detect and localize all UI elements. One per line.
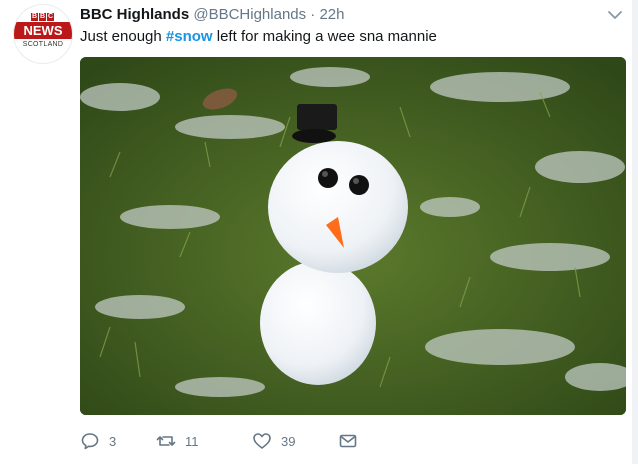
tweet-text-start: Just enough [80, 28, 166, 45]
tweet-timestamp[interactable]: 22h [319, 6, 344, 23]
tweet-text-end: left for making a wee sna mannie [212, 28, 437, 45]
tweet-card: B B C NEWS SCOTLAND BBC Highlands @BBCHi… [0, 0, 638, 464]
snowman-body [260, 261, 376, 385]
scrollbar[interactable] [632, 0, 638, 464]
separator-dot: · [310, 6, 316, 23]
reply-icon [81, 433, 99, 450]
bbc-logo: B B C [31, 13, 54, 21]
hashtag-link[interactable]: #snow [166, 28, 213, 45]
reply-button[interactable]: 3 [80, 431, 156, 451]
bbc-logo-letter: B [39, 13, 46, 21]
avatar-news-text: NEWS [14, 22, 72, 39]
bbc-logo-letter: B [31, 13, 38, 21]
direct-message-button[interactable] [338, 431, 358, 451]
retweet-button[interactable]: 11 [156, 431, 252, 451]
like-button[interactable]: 39 [252, 431, 338, 451]
avatar[interactable]: B B C NEWS SCOTLAND [13, 4, 73, 64]
author-name[interactable]: BBC Highlands [80, 6, 189, 23]
retweet-icon [156, 436, 176, 446]
retweet-count: 11 [185, 433, 199, 449]
chevron-down-icon[interactable] [606, 6, 624, 24]
like-count: 39 [281, 433, 296, 449]
snowman-head [268, 141, 408, 273]
tweet-actions: 3 11 39 [80, 430, 358, 452]
tweet-text: Just enough #snow left for making a wee … [80, 27, 437, 47]
envelope-icon [339, 434, 357, 448]
heart-icon [253, 433, 271, 449]
bbc-logo-letter: C [47, 13, 54, 21]
snowman-photo [80, 57, 626, 415]
avatar-scotland-text: SCOTLAND [22, 41, 64, 48]
tweet-header: BBC Highlands @BBCHighlands · 22h [80, 5, 345, 25]
tweet-photo[interactable] [80, 57, 626, 415]
author-handle[interactable]: @BBCHighlands [193, 6, 306, 23]
reply-count: 3 [109, 433, 117, 449]
